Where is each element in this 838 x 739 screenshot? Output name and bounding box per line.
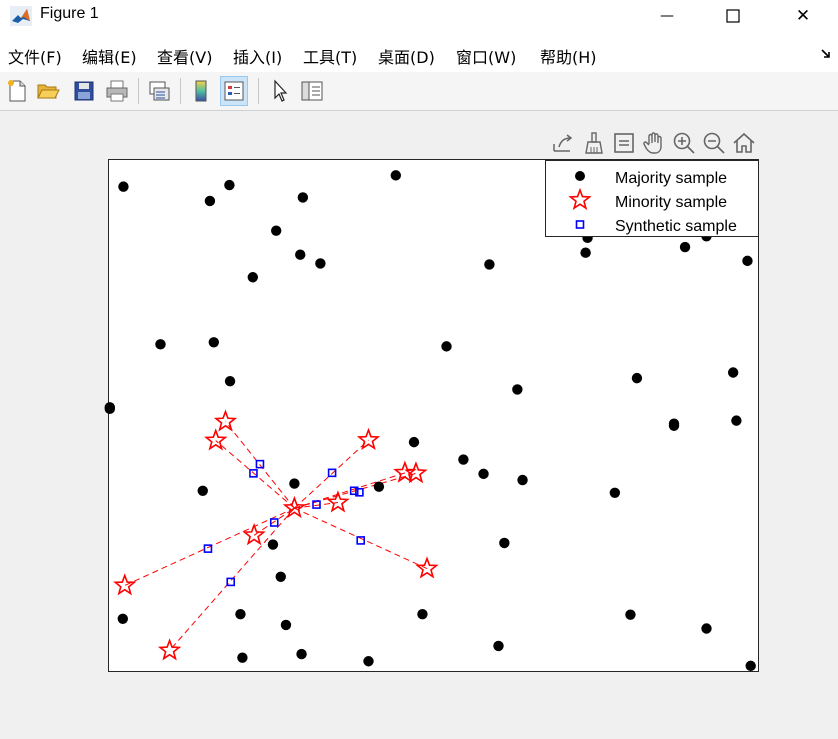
majority-point bbox=[280, 619, 292, 631]
majority-point bbox=[197, 485, 208, 496]
majority-point bbox=[580, 247, 591, 258]
majority-point bbox=[408, 436, 420, 448]
majority-point bbox=[458, 454, 469, 465]
majority-point bbox=[441, 341, 452, 352]
majority-point bbox=[267, 539, 279, 550]
majority-point bbox=[363, 656, 374, 667]
legend-majority-label: Majority sample bbox=[615, 170, 727, 187]
majority-point bbox=[478, 468, 489, 480]
majority-point bbox=[155, 339, 166, 350]
majority-point bbox=[609, 487, 621, 499]
majority-point bbox=[493, 640, 504, 652]
majority-point bbox=[224, 375, 236, 387]
majority-point bbox=[701, 623, 712, 634]
majority-point bbox=[235, 608, 246, 620]
majority-point bbox=[745, 660, 756, 672]
majority-point bbox=[727, 367, 739, 378]
majority-point bbox=[517, 474, 528, 486]
majority-point bbox=[742, 255, 753, 267]
majority-point bbox=[668, 420, 680, 431]
majority-point bbox=[390, 170, 401, 181]
majority-point bbox=[204, 195, 216, 207]
legend[interactable]: Majority sample Minority sample Syntheti… bbox=[545, 160, 759, 237]
majority-point bbox=[289, 478, 300, 489]
legend-majority-marker bbox=[575, 171, 585, 181]
majority-point bbox=[275, 571, 286, 582]
legend-minority-label: Minority sample bbox=[615, 194, 727, 211]
majority-point bbox=[296, 648, 307, 660]
majority-point bbox=[208, 337, 219, 348]
majority-point bbox=[679, 241, 691, 253]
majority-point bbox=[297, 192, 309, 203]
majority-point bbox=[417, 608, 428, 620]
majority-point bbox=[118, 181, 129, 192]
majority-point bbox=[295, 249, 306, 260]
majority-point bbox=[631, 372, 643, 384]
majority-point bbox=[104, 402, 116, 413]
majority-point bbox=[731, 415, 742, 426]
majority-point bbox=[512, 384, 523, 395]
legend-synthetic-label: Synthetic sample bbox=[615, 218, 737, 235]
majority-point bbox=[625, 609, 636, 620]
majority-point bbox=[484, 259, 495, 270]
majority-point bbox=[117, 613, 128, 624]
majority-point bbox=[247, 272, 258, 283]
majority-point bbox=[315, 258, 326, 269]
scatter-plot[interactable]: Majority sample Minority sample Syntheti… bbox=[0, 0, 838, 739]
majority-point bbox=[499, 537, 510, 549]
majority-point bbox=[271, 225, 282, 236]
majority-point bbox=[224, 179, 235, 191]
majority-point bbox=[237, 652, 248, 663]
majority-point bbox=[373, 481, 385, 492]
